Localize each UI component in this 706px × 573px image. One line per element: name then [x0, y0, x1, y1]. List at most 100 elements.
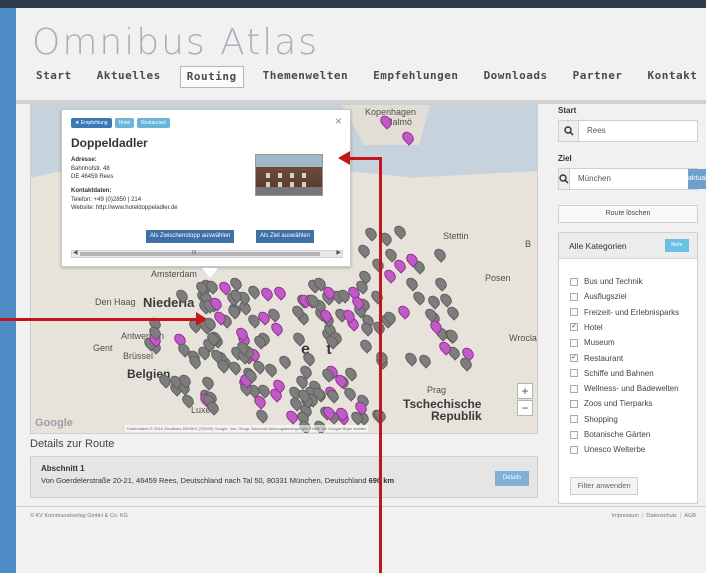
map-label-b: B	[525, 239, 532, 249]
checkbox[interactable]	[570, 384, 578, 393]
left-accent-stripe	[0, 8, 16, 573]
footer-link-datenschutz[interactable]: Datenschutz	[646, 513, 677, 519]
ziel-input-group: aktualisieren	[558, 168, 706, 190]
category-label: Restaurant	[584, 353, 624, 363]
ziel-button[interactable]: Als Ziel auswählen	[256, 230, 315, 243]
start-input-group	[558, 120, 698, 142]
zoom-out-button[interactable]: −	[517, 400, 533, 416]
category-toggle-button[interactable]: Mehr	[665, 239, 689, 252]
checkbox[interactable]	[570, 369, 578, 378]
filter-anwenden-button[interactable]: Filter anwenden	[570, 477, 638, 495]
category-item[interactable]: Unesco Welterbe	[570, 445, 645, 454]
badge-restaurant: Restaurant	[137, 118, 170, 128]
start-label: Start	[558, 106, 577, 115]
route-map[interactable]: Kopenhagen Malmö Stettin B Posen Wroclaw…	[30, 104, 538, 434]
nav-item-partner[interactable]: Partner	[567, 66, 629, 88]
annotation-arrow-photo-horizontal	[350, 157, 382, 160]
scroll-right-icon[interactable]: ▶	[336, 249, 341, 256]
checkbox-checked[interactable]: ✓	[570, 354, 578, 362]
site-logo[interactable]: Omnibus Atlas	[32, 22, 319, 63]
category-item[interactable]: Wellness- und Badewelten	[570, 384, 679, 393]
category-item[interactable]: ✓ Restaurant	[570, 354, 623, 363]
category-header: Alle Kategorien Mehr	[559, 233, 697, 259]
checkbox[interactable]	[570, 277, 578, 286]
category-item[interactable]: Ausflugsziel	[570, 292, 627, 301]
category-label: Ausflugsziel	[584, 292, 627, 302]
details-button[interactable]: Details	[495, 471, 529, 486]
zoom-in-button[interactable]: +	[517, 383, 533, 399]
nav-item-routing[interactable]: Routing	[179, 66, 244, 88]
popup-badges: ★ Empfehlung Hotel Restaurant	[71, 118, 173, 128]
nav-item-aktuelles[interactable]: Aktuelles	[91, 66, 167, 88]
annotation-arrow-photo-vertical	[379, 157, 382, 573]
checkbox[interactable]	[570, 399, 578, 408]
section-route-text: Von Goerdelerstraße 20-21, 46459 Rees, D…	[41, 476, 367, 485]
section-description: Von Goerdelerstraße 20-21, 46459 Rees, D…	[41, 476, 394, 485]
footer-link-impressum[interactable]: Impressum	[612, 513, 639, 519]
map-label-amsterdam: Amsterdam	[151, 269, 198, 279]
popup-close-icon[interactable]: ×	[335, 114, 342, 128]
category-item[interactable]: Botanische Gärten	[570, 430, 650, 439]
nav-item-kontakt[interactable]: Kontakt	[642, 66, 704, 88]
map-label-posen: Posen	[485, 273, 511, 283]
contact-website[interactable]: Website: http://www.hoteldoppeladler.de	[71, 204, 178, 212]
category-item[interactable]: ✓ Hotel	[570, 323, 603, 332]
checkbox[interactable]	[570, 308, 578, 317]
footer-links: Impressum | Datenschutz | AGB	[611, 513, 696, 519]
scroll-thumb[interactable]	[80, 252, 320, 256]
category-label: Wellness- und Badewelten	[584, 384, 679, 394]
category-item[interactable]: Schiffe und Bahnen	[570, 369, 654, 378]
category-label: Freizeit- und Erlebnisparks	[584, 307, 680, 317]
category-item[interactable]: Museum	[570, 338, 615, 347]
ziel-label: Ziel	[558, 154, 572, 163]
details-title: Details zur Route	[30, 438, 115, 450]
popup-scrollbar[interactable]: ◀ III ▶	[71, 250, 343, 258]
route-section: Abschnitt 1 Von Goerdelerstraße 20-21, 4…	[30, 456, 538, 498]
map-label-brussel: Brüssel	[123, 351, 154, 361]
category-item[interactable]: Shopping	[570, 415, 618, 424]
aktualisieren-button[interactable]: aktualisieren	[688, 169, 706, 189]
annotation-arrow-map-line	[0, 318, 196, 321]
checkbox[interactable]	[570, 415, 578, 424]
checkbox[interactable]	[570, 430, 578, 439]
badge-hotel: Hotel	[114, 118, 135, 128]
map-attribution[interactable]: Kartendaten © 2016 GeoBasis-DE/BKG (©200…	[125, 425, 369, 432]
address-line-2: DE 46459 Rees	[71, 174, 114, 180]
scroll-grip-icon: III	[192, 250, 197, 256]
ziel-input[interactable]	[570, 169, 688, 189]
address-label: Adresse:	[71, 157, 97, 163]
checkbox[interactable]	[570, 292, 578, 301]
checkbox-checked[interactable]: ✓	[570, 323, 578, 332]
zwischenstopp-button[interactable]: Als Zwischenstopp auswählen	[146, 230, 235, 243]
nav-item-empfehlungen[interactable]: Empfehlungen	[367, 66, 464, 88]
route-loeschen-button[interactable]: Route löschen	[558, 205, 698, 223]
footer-link-agb[interactable]: AGB	[684, 513, 696, 519]
category-item[interactable]: Freizeit- und Erlebnisparks	[570, 308, 679, 317]
hotel-info-popup: × ★ Empfehlung Hotel Restaurant Doppelda…	[61, 109, 351, 278]
nav-item-start[interactable]: Start	[30, 66, 78, 88]
category-label: Unesco Welterbe	[584, 445, 646, 455]
category-label: Zoos und Tierparks	[584, 399, 653, 409]
category-label: Botanische Gärten	[584, 430, 651, 439]
popup-title: Doppeldadler	[71, 136, 148, 150]
map-label-republik: Republik	[431, 409, 482, 423]
nav-item-themenwelten[interactable]: Themenwelten	[257, 66, 354, 88]
hotel-photo	[255, 154, 323, 196]
footer-copyright: © KV Kommunalverlag GmbH & Co. KG	[30, 513, 128, 519]
category-item[interactable]: Zoos und Tierparks	[570, 399, 652, 408]
category-label: Museum	[584, 338, 615, 348]
category-panel: Alle Kategorien Mehr Bus und Technik Ausf…	[558, 232, 698, 504]
contact-phone: Telefon: +49 (0)2850 | 214	[71, 197, 142, 203]
annotation-arrow-photo-head	[338, 151, 350, 165]
top-bar	[0, 0, 706, 8]
category-header-label: Alle Kategorien	[569, 241, 627, 251]
category-item[interactable]: Bus und Technik	[570, 277, 643, 286]
scroll-left-icon[interactable]: ◀	[73, 249, 78, 256]
nav-item-downloads[interactable]: Downloads	[478, 66, 554, 88]
address-line-1: Bahnhofstr. 48	[71, 166, 110, 172]
category-label: Hotel	[584, 322, 603, 332]
google-logo: Google	[35, 417, 73, 429]
checkbox[interactable]	[570, 445, 578, 454]
checkbox[interactable]	[570, 338, 578, 347]
start-input[interactable]	[579, 121, 697, 141]
